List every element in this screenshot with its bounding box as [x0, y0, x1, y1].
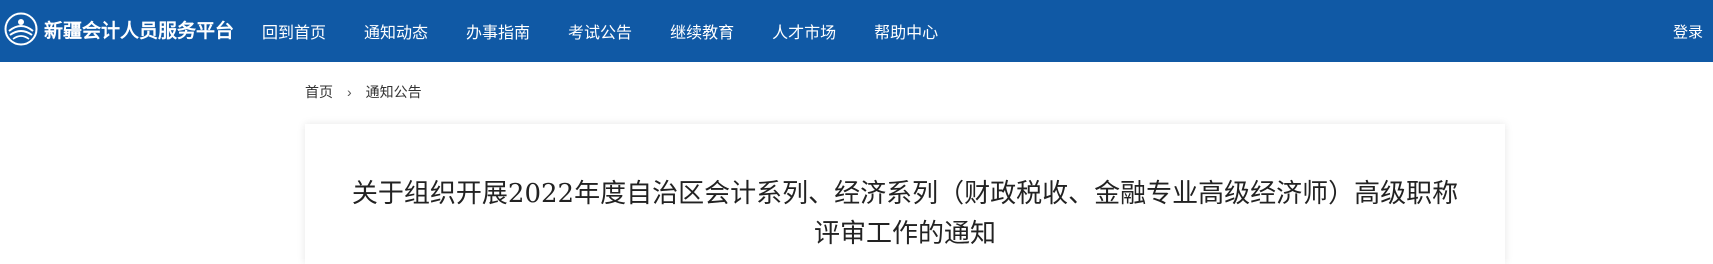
- top-navigation-bar: 新疆会计人员服务平台 回到首页 通知动态 办事指南 考试公告 继续教育 人才市场…: [0, 0, 1713, 62]
- brand-logo-link[interactable]: 新疆会计人员服务平台: [4, 11, 234, 47]
- nav-item-news[interactable]: 通知动态: [364, 19, 428, 43]
- nav-item-guide[interactable]: 办事指南: [466, 19, 530, 43]
- breadcrumb-separator-icon: ›: [347, 84, 352, 100]
- nav-item-help-center[interactable]: 帮助中心: [874, 19, 938, 43]
- nav-item-home[interactable]: 回到首页: [262, 19, 326, 43]
- nav-item-continuing-education[interactable]: 继续教育: [670, 19, 734, 43]
- login-link[interactable]: 登录: [1673, 0, 1703, 62]
- main-nav: 回到首页 通知动态 办事指南 考试公告 继续教育 人才市场 帮助中心: [262, 0, 976, 62]
- brand-title: 新疆会计人员服务平台: [44, 20, 235, 42]
- breadcrumb-home[interactable]: 首页: [305, 82, 333, 102]
- article-card: 关于组织开展2022年度自治区会计系列、经济系列（财政税收、金融专业高级经济师）…: [305, 124, 1505, 264]
- article-title: 关于组织开展2022年度自治区会计系列、经济系列（财政税收、金融专业高级经济师）…: [351, 179, 1459, 249]
- logo-emblem-icon: [4, 12, 38, 46]
- breadcrumb-current[interactable]: 通知公告: [366, 82, 422, 102]
- nav-item-exam-notice[interactable]: 考试公告: [568, 19, 632, 43]
- nav-item-talent-market[interactable]: 人才市场: [772, 19, 836, 43]
- breadcrumb: 首页 › 通知公告: [305, 82, 422, 102]
